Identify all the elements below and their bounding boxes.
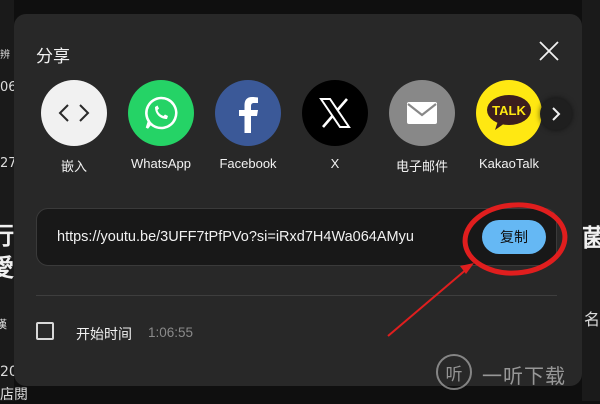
share-next-button[interactable]	[540, 98, 572, 130]
dialog-title: 分享	[36, 47, 70, 66]
share-facebook-button[interactable]: Facebook	[208, 80, 288, 180]
background-fragment: 名	[584, 310, 600, 329]
background-page-right	[582, 0, 600, 401]
start-at-label: 开始时间	[76, 327, 132, 343]
x-icon	[302, 80, 368, 146]
share-x-button[interactable]: X	[295, 80, 375, 180]
share-label: X	[330, 156, 340, 171]
share-email-button[interactable]: 电子邮件	[382, 80, 462, 180]
share-label: 电子邮件	[395, 159, 448, 174]
background-fragment: 漢	[0, 318, 7, 331]
share-dialog: 分享 嵌入 WhatsApp Facebook X 电子邮件 TALK Kaka…	[14, 14, 582, 386]
start-at-time[interactable]: 1:06:55	[148, 325, 193, 340]
background-fragment: 辨	[0, 50, 10, 61]
copy-button[interactable]: 复制	[482, 220, 546, 254]
background-fragment: 菌	[582, 224, 600, 252]
share-label: 嵌入	[60, 159, 87, 174]
kakaotalk-logo-text: TALK	[492, 103, 526, 118]
watermark-logo-glyph: 听	[445, 364, 463, 385]
share-label: WhatsApp	[131, 156, 191, 171]
close-button[interactable]	[532, 34, 566, 68]
embed-icon	[41, 80, 107, 146]
close-icon	[539, 41, 559, 61]
share-kakaotalk-button[interactable]: TALK KakaoTalk	[469, 80, 549, 180]
kakaotalk-icon: TALK	[476, 80, 542, 146]
share-label: Facebook	[219, 156, 277, 171]
watermark-logo: 听	[436, 354, 472, 390]
chevron-right-icon	[552, 107, 561, 121]
divider	[36, 295, 557, 296]
email-icon	[389, 80, 455, 146]
share-embed-button[interactable]: 嵌入	[34, 80, 114, 180]
share-whatsapp-button[interactable]: WhatsApp	[121, 80, 201, 180]
start-at-checkbox[interactable]	[36, 322, 54, 340]
whatsapp-icon	[128, 80, 194, 146]
background-fragment: 行	[0, 222, 14, 250]
share-label: KakaoTalk	[479, 156, 539, 171]
background-fragment: 愛	[0, 254, 14, 282]
watermark-text: 一听下载	[482, 364, 566, 388]
share-url-text[interactable]: https://youtu.be/3UFF7tPfPVo?si=iRxd7H4W…	[57, 229, 414, 245]
share-url-box: https://youtu.be/3UFF7tPfPVo?si=iRxd7H4W…	[36, 208, 557, 266]
background-fragment: 店閱	[0, 387, 28, 403]
facebook-icon	[215, 80, 281, 146]
